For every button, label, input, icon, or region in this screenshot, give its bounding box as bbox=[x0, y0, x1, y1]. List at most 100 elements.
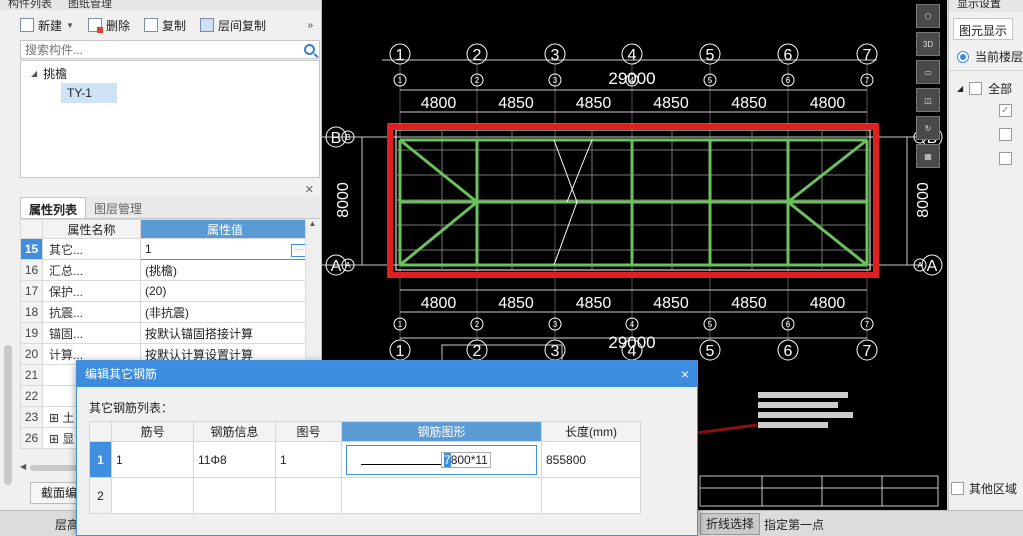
cell-rebar-shape[interactable]: 7800*11 bbox=[341, 441, 542, 478]
prop-value-cell[interactable]: 1 ··· bbox=[140, 238, 310, 260]
3d-view-icon[interactable]: 3D bbox=[916, 32, 940, 56]
panel-title: 显示设置 bbox=[949, 0, 1023, 12]
axis-bubble: 7 bbox=[860, 317, 874, 331]
cell-rebar-info[interactable] bbox=[193, 477, 276, 514]
collapse-triangle-icon[interactable]: ◢ bbox=[957, 84, 963, 93]
cell-figure-no[interactable] bbox=[275, 477, 342, 514]
toolbar-overflow-icon[interactable]: » bbox=[307, 20, 313, 31]
axis-bubble: 5 bbox=[703, 73, 717, 87]
axis-bubble: 6 bbox=[777, 43, 799, 65]
header-bar-no: 筋号 bbox=[111, 421, 194, 442]
span-dimension: 4850 bbox=[653, 295, 689, 312]
axis-label: 7 bbox=[863, 343, 872, 360]
collapse-triangle-icon[interactable]: ◢ bbox=[31, 69, 37, 78]
panel-scrollbar[interactable] bbox=[4, 345, 12, 485]
tab-layer-management[interactable]: 图层管理 bbox=[86, 197, 150, 218]
tab-component-list[interactable]: 构件列表 bbox=[0, 0, 60, 10]
plus-icon[interactable]: ⊞ bbox=[49, 411, 62, 425]
rebar-table: 筋号 钢筋信息 图号 钢筋图形 长度(mm) 1 1 11Φ8 1 7800*1… bbox=[89, 421, 641, 514]
close-icon[interactable]: × bbox=[681, 361, 689, 387]
floor-copy-icon bbox=[199, 18, 214, 32]
axis-label: 1 bbox=[396, 47, 405, 64]
dialog-title-bar[interactable]: 编辑其它钢筋 × bbox=[77, 361, 697, 387]
view-cube-icon[interactable]: ⬡ bbox=[916, 4, 940, 28]
new-button[interactable]: 新建 ▼ bbox=[20, 17, 74, 34]
header-length: 长度(mm) bbox=[541, 421, 641, 442]
span-dimension: 4850 bbox=[731, 295, 767, 312]
table-row[interactable]: 1 1 11Φ8 1 7800*11 855800 bbox=[89, 441, 641, 478]
search-input[interactable] bbox=[25, 42, 304, 57]
cell-figure-no[interactable]: 1 bbox=[275, 441, 342, 478]
properties-tab-bar: 属性列表 图层管理 bbox=[20, 197, 320, 219]
cell-rebar-shape[interactable] bbox=[341, 477, 542, 514]
checkbox[interactable] bbox=[969, 82, 983, 95]
checkbox[interactable] bbox=[999, 104, 1012, 117]
layer-view-icon[interactable]: ◫ bbox=[916, 88, 940, 112]
other-area-option[interactable]: 其他区域 bbox=[951, 480, 1017, 497]
grid-view-icon[interactable]: ▦ bbox=[916, 144, 940, 168]
axis-label: 5 bbox=[708, 320, 713, 329]
table-row[interactable]: 15 其它... 1 ··· bbox=[20, 238, 310, 260]
cell-bar-no[interactable]: 1 bbox=[111, 441, 194, 478]
rebar-shape-editor[interactable]: 7800*11 bbox=[346, 444, 537, 475]
header-rebar-info: 钢筋信息 bbox=[193, 421, 276, 442]
tab-element-display[interactable]: 图元显示 bbox=[953, 18, 1014, 40]
axis-bubble: 3 bbox=[548, 73, 562, 87]
floor-copy-button[interactable]: 层间复制 bbox=[199, 17, 266, 34]
axis-bubble: 6 bbox=[777, 339, 799, 361]
search-icon[interactable] bbox=[304, 44, 315, 55]
copy-icon bbox=[143, 18, 158, 32]
polyline-select-button[interactable]: 折线选择 bbox=[700, 513, 761, 535]
axis-label: 3 bbox=[553, 320, 558, 329]
tree-node-canopy[interactable]: ◢ 挑檐 bbox=[31, 65, 67, 82]
cell-rebar-info[interactable]: 11Φ8 bbox=[193, 441, 276, 478]
table-row[interactable]: 17 保护... (20) bbox=[20, 280, 310, 302]
tree-node-ty1[interactable]: TY-1 bbox=[61, 83, 117, 103]
axis-bubble: 4 bbox=[625, 317, 639, 331]
prop-value[interactable]: (非抗震) bbox=[140, 301, 310, 323]
props-header-name: 属性名称 bbox=[42, 219, 141, 239]
scroll-left-icon[interactable]: ◀ bbox=[20, 462, 26, 471]
table-row[interactable]: 19 锚固... 按默认锚固搭接计算 bbox=[20, 322, 310, 344]
current-floor-option[interactable]: 当前楼层 bbox=[957, 48, 1023, 65]
tab-properties[interactable]: 属性列表 bbox=[20, 197, 87, 218]
cell-bar-no[interactable] bbox=[111, 477, 194, 514]
rotate-view-icon[interactable]: ↻ bbox=[916, 116, 940, 140]
checkbox[interactable] bbox=[999, 152, 1012, 165]
plan-view-icon[interactable]: ▭ bbox=[916, 60, 940, 84]
axis-label: 7 bbox=[865, 76, 870, 85]
table-row[interactable]: 16 汇总... (挑檐) bbox=[20, 259, 310, 281]
scroll-thumb[interactable] bbox=[30, 465, 80, 471]
plus-icon[interactable]: ⊞ bbox=[49, 432, 62, 446]
scroll-up-icon[interactable]: ▲ bbox=[306, 219, 319, 228]
row-number: 21 bbox=[20, 364, 43, 386]
table-row[interactable]: 18 抗震... (非抗震) bbox=[20, 301, 310, 323]
axis-label: 4 bbox=[628, 47, 637, 64]
radio-selected-icon[interactable] bbox=[957, 50, 969, 63]
close-icon[interactable]: ✕ bbox=[305, 184, 314, 196]
prop-value[interactable]: 按默认锚固搭接计算 bbox=[140, 322, 310, 344]
properties-scrollbar[interactable]: ▲ bbox=[305, 219, 319, 359]
prop-value[interactable]: (挑檐) bbox=[140, 259, 310, 281]
copy-button[interactable]: 复制 bbox=[143, 17, 186, 34]
checkbox[interactable] bbox=[951, 482, 964, 495]
cell-length[interactable]: 855800 bbox=[541, 441, 641, 478]
axis-bubble: 7 bbox=[856, 43, 878, 65]
props-header-value: 属性值 bbox=[140, 219, 310, 239]
checkbox[interactable] bbox=[999, 128, 1012, 141]
tab-drawing-management[interactable]: 图纸管理 bbox=[60, 0, 120, 10]
group-label: 显 bbox=[62, 431, 75, 446]
cell-length[interactable] bbox=[541, 477, 641, 514]
view-toolbar: ⬡ 3D ▭ ◫ ↻ ▦ bbox=[914, 0, 942, 200]
axis-bubble: 7 bbox=[860, 73, 874, 87]
axis-label: 2 bbox=[475, 320, 480, 329]
prop-value[interactable]: (20) bbox=[140, 280, 310, 302]
total-dimension: 29000 bbox=[608, 69, 655, 88]
all-toggle[interactable]: ◢ 全部 bbox=[957, 80, 1012, 97]
horizontal-scrollbar[interactable]: ◀ bbox=[20, 462, 80, 474]
new-file-icon bbox=[20, 18, 34, 32]
shape-dimension-input[interactable]: 7800*11 bbox=[441, 451, 491, 468]
span-dimension: 4800 bbox=[421, 95, 457, 112]
delete-button[interactable]: 删除 bbox=[87, 17, 130, 34]
table-row[interactable]: 2 bbox=[89, 477, 641, 514]
